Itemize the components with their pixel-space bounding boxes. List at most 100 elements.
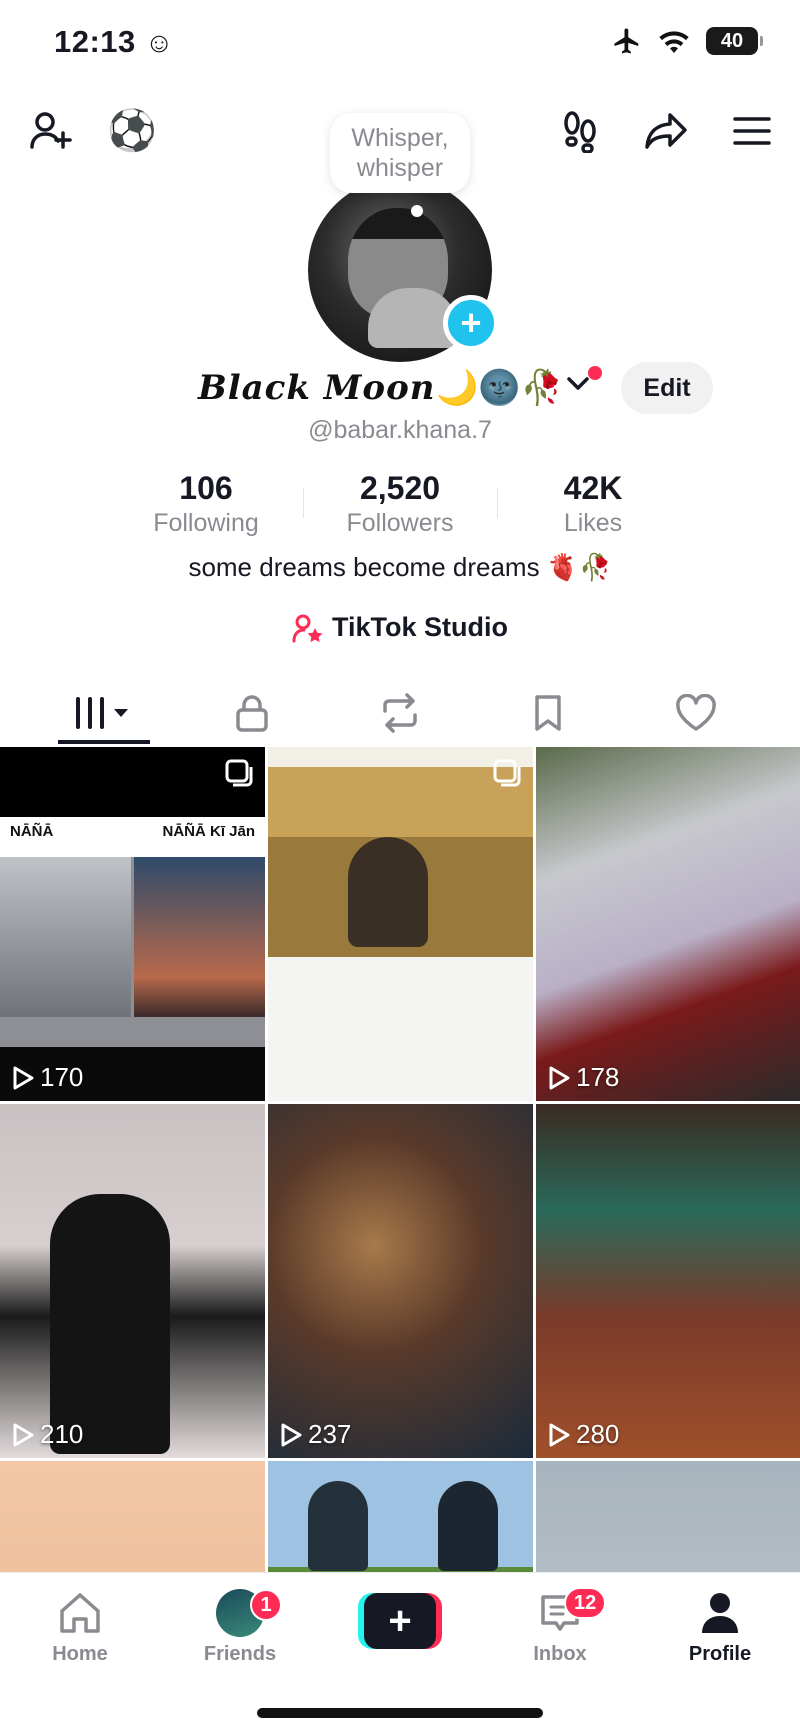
studio-label: TikTok Studio	[331, 612, 508, 642]
tile-image-shrine	[134, 857, 265, 1017]
bookmark-icon	[535, 695, 561, 731]
create-button[interactable]: +	[358, 1593, 442, 1649]
footprints-icon	[564, 111, 596, 153]
top-bar-right	[556, 107, 776, 155]
note-line-1: Whisper,	[351, 124, 449, 152]
stat-likes[interactable]: 42K Likes	[508, 470, 678, 538]
soccer-ball-icon: ⚽	[107, 109, 157, 153]
edit-profile-button[interactable]: Edit	[621, 362, 713, 414]
add-friend-button[interactable]	[26, 107, 74, 155]
bubble-tail	[411, 205, 423, 217]
repost-icon	[383, 693, 417, 733]
view-count-value: 237	[308, 1419, 352, 1449]
video-tile[interactable]	[536, 1461, 800, 1572]
play-icon	[281, 1423, 302, 1446]
add-user-icon	[30, 112, 72, 149]
share-profile-button[interactable]	[642, 107, 690, 155]
note-bubble[interactable]: Whisper, whisper	[330, 113, 470, 193]
notification-dot	[588, 366, 602, 380]
lock-icon	[236, 695, 268, 732]
tile-image-mosque	[0, 857, 131, 1017]
inbox-badge: 12	[564, 1587, 607, 1619]
play-icon	[549, 1066, 570, 1089]
view-count: 280	[548, 1419, 619, 1450]
note-line-2: whisper	[356, 154, 444, 182]
tab-videos[interactable]	[44, 680, 164, 746]
video-tile[interactable]	[268, 747, 533, 1101]
smiley-icon: ☺	[144, 27, 175, 58]
stat-label: Followers	[346, 509, 454, 537]
wifi-icon	[659, 31, 689, 53]
tab-liked[interactable]	[636, 680, 756, 746]
profile-person-icon	[702, 1593, 738, 1633]
view-count-value: 170	[40, 1062, 84, 1092]
stat-value: 106	[179, 470, 233, 506]
video-tile[interactable]	[0, 1461, 265, 1572]
home-indicator	[257, 1708, 543, 1718]
name-emoji: 🌙🌚🥀	[436, 369, 564, 407]
status-time-text: 12:13	[54, 24, 136, 59]
profile-views-button[interactable]	[556, 107, 604, 155]
tab-favorites[interactable]	[488, 680, 608, 746]
stat-following[interactable]: 106 Following	[121, 470, 291, 538]
tile-person	[50, 1194, 170, 1454]
soccer-ball-button[interactable]: ⚽	[107, 107, 157, 155]
username: @babar.khana.7	[308, 416, 492, 444]
play-icon	[13, 1066, 34, 1089]
tab-private[interactable]	[192, 680, 312, 746]
nav-friends[interactable]: 1 Friends	[180, 1585, 300, 1666]
account-switch-button[interactable]	[566, 376, 590, 397]
multi-photo-icon	[225, 759, 253, 787]
nav-friends-label: Friends	[203, 1643, 277, 1665]
video-tile[interactable]: 178	[536, 747, 800, 1101]
top-bar-left: ⚽	[26, 107, 157, 155]
nav-inbox[interactable]: 12 Inbox	[500, 1585, 620, 1666]
airplane-mode-icon	[614, 28, 639, 54]
tile-caption-left: NĀÑĀ	[10, 823, 54, 840]
battery-level: 40	[720, 29, 744, 52]
friends-badge: 1	[250, 1589, 282, 1621]
tile-caption-right: NĀÑĀ Kī Jān	[162, 823, 255, 840]
video-tile[interactable]: 280	[536, 1104, 800, 1458]
grid-bars-icon	[76, 697, 128, 729]
view-count-value: 210	[40, 1419, 84, 1449]
video-tile[interactable]	[268, 1461, 533, 1572]
stat-followers[interactable]: 2,520 Followers	[315, 470, 485, 538]
view-count: 170	[12, 1062, 83, 1093]
studio-user-star-icon	[292, 614, 323, 642]
stat-label: Following	[153, 509, 259, 537]
menu-button[interactable]	[728, 107, 776, 155]
tile-person	[308, 1481, 368, 1571]
video-tile[interactable]: NĀÑĀ NĀÑĀ Kī Jān 170	[0, 747, 265, 1101]
battery-icon: 40	[706, 27, 763, 55]
tile-caption-strip: NĀÑĀ NĀÑĀ Kī Jān	[0, 823, 265, 840]
content-tabs	[0, 680, 800, 746]
tab-reposts[interactable]	[340, 680, 460, 746]
view-count-value: 280	[576, 1419, 620, 1449]
stat-value: 2,520	[359, 470, 441, 506]
add-story-button[interactable]: +	[443, 295, 499, 351]
tile-person	[438, 1481, 498, 1571]
status-icons: 40	[612, 26, 763, 56]
profile-avatar[interactable]: +	[308, 178, 499, 362]
video-tile[interactable]: 237	[268, 1104, 533, 1458]
stat-divider	[303, 488, 304, 518]
view-count: 237	[280, 1419, 351, 1450]
heart-icon	[676, 694, 716, 731]
status-bar: 12:13 ☺ 40	[0, 0, 800, 90]
video-tile[interactable]: 210	[0, 1104, 265, 1458]
tiktok-studio-link[interactable]: TikTok Studio	[0, 612, 800, 643]
plus-icon: +	[460, 302, 482, 343]
video-grid: NĀÑĀ NĀÑĀ Kī Jān 170 178 210 237 280	[0, 747, 800, 1572]
name-row: Black Moon 🌙🌚🥀 Edit	[0, 360, 800, 420]
nav-inbox-label: Inbox	[533, 1643, 587, 1665]
play-icon	[549, 1423, 570, 1446]
multi-photo-icon	[493, 759, 521, 787]
view-count: 178	[548, 1062, 619, 1093]
nav-home-label: Home	[52, 1643, 108, 1665]
home-icon	[60, 1593, 100, 1633]
nav-home[interactable]: Home	[20, 1585, 140, 1666]
create-plus-icon: +	[364, 1593, 436, 1649]
stat-label: Likes	[563, 509, 623, 537]
nav-profile[interactable]: Profile	[660, 1585, 780, 1666]
